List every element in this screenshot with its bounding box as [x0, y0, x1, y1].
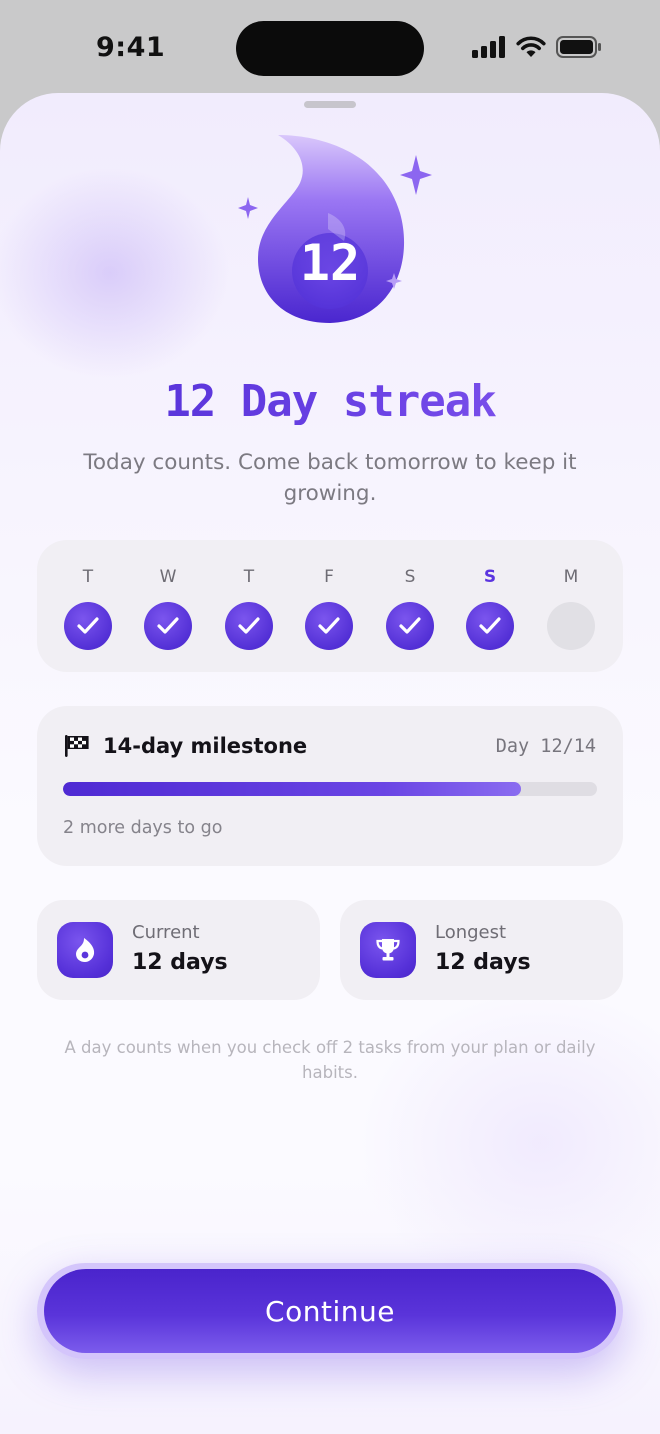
current-streak-value: 12 days	[132, 950, 228, 975]
day-column-today: S	[460, 566, 520, 650]
day-check-done	[64, 602, 112, 650]
current-streak-icon-tile	[57, 922, 113, 978]
day-column: S	[380, 566, 440, 650]
current-streak-label: Current	[132, 922, 200, 943]
longest-streak-label: Longest	[435, 922, 507, 943]
day-check-done	[225, 602, 273, 650]
sheet-grabber[interactable]	[304, 101, 356, 108]
week-tracker: T W T F S S M	[37, 540, 623, 672]
day-letter: S	[404, 567, 416, 587]
trophy-icon	[376, 939, 400, 961]
day-letter: W	[159, 567, 177, 587]
cellular-signal-icon	[472, 36, 505, 58]
streak-sheet: 12 12 Day streak Today counts. Come back…	[0, 93, 660, 1434]
day-letter: F	[324, 567, 334, 587]
streak-title: 12 Day streak	[0, 376, 660, 427]
day-check-empty	[547, 602, 595, 650]
checkmark-icon	[399, 617, 421, 634]
status-icons	[472, 36, 602, 58]
milestone-progress-track	[63, 782, 597, 796]
milestone-label: 14-day milestone	[103, 734, 308, 758]
status-bar: 9:41	[0, 0, 660, 96]
day-letter: M	[563, 567, 579, 587]
day-column: T	[219, 566, 279, 650]
streak-rule-footnote: A day counts when you check off 2 tasks …	[64, 1038, 596, 1082]
streak-badge-number: 12	[300, 234, 360, 292]
checkmark-icon	[238, 617, 260, 634]
day-check-done	[144, 602, 192, 650]
checkmark-icon	[157, 617, 179, 634]
sparkle-icon	[238, 197, 258, 219]
longest-streak-card: Longest 12 days	[340, 900, 623, 1000]
day-check-done	[466, 602, 514, 650]
longest-streak-value: 12 days	[435, 950, 531, 975]
status-time: 9:41	[96, 32, 166, 63]
battery-icon	[556, 36, 601, 58]
flame-icon	[76, 938, 95, 962]
continue-button[interactable]: Continue	[44, 1269, 616, 1353]
milestone-progress-fill	[63, 782, 521, 796]
day-check-done	[386, 602, 434, 650]
checkmark-icon	[77, 617, 99, 634]
day-letter: T	[243, 567, 255, 587]
flame-icon: 12	[238, 135, 432, 323]
streak-subtitle: Today counts. Come back tomorrow to keep…	[83, 450, 577, 506]
checkered-flag-icon	[65, 735, 89, 757]
wifi-icon	[516, 36, 546, 57]
day-column: F	[299, 566, 359, 650]
day-column: M	[541, 566, 601, 650]
milestone-card: 14-day milestone Day 12/14 2 more days t…	[37, 706, 623, 866]
day-column: W	[138, 566, 198, 650]
day-column: T	[58, 566, 118, 650]
current-streak-card: Current 12 days	[37, 900, 320, 1000]
milestone-count: Day 12/14	[495, 736, 596, 757]
streak-flame-badge: 12	[232, 133, 432, 333]
day-letter: T	[82, 567, 94, 587]
sparkle-icon	[400, 155, 432, 195]
checkmark-icon	[479, 617, 501, 634]
checkmark-icon	[318, 617, 340, 634]
day-check-done	[305, 602, 353, 650]
day-letter-today: S	[483, 567, 497, 587]
longest-streak-icon-tile	[360, 922, 416, 978]
milestone-remaining: 2 more days to go	[63, 818, 223, 838]
dynamic-island	[236, 21, 424, 76]
